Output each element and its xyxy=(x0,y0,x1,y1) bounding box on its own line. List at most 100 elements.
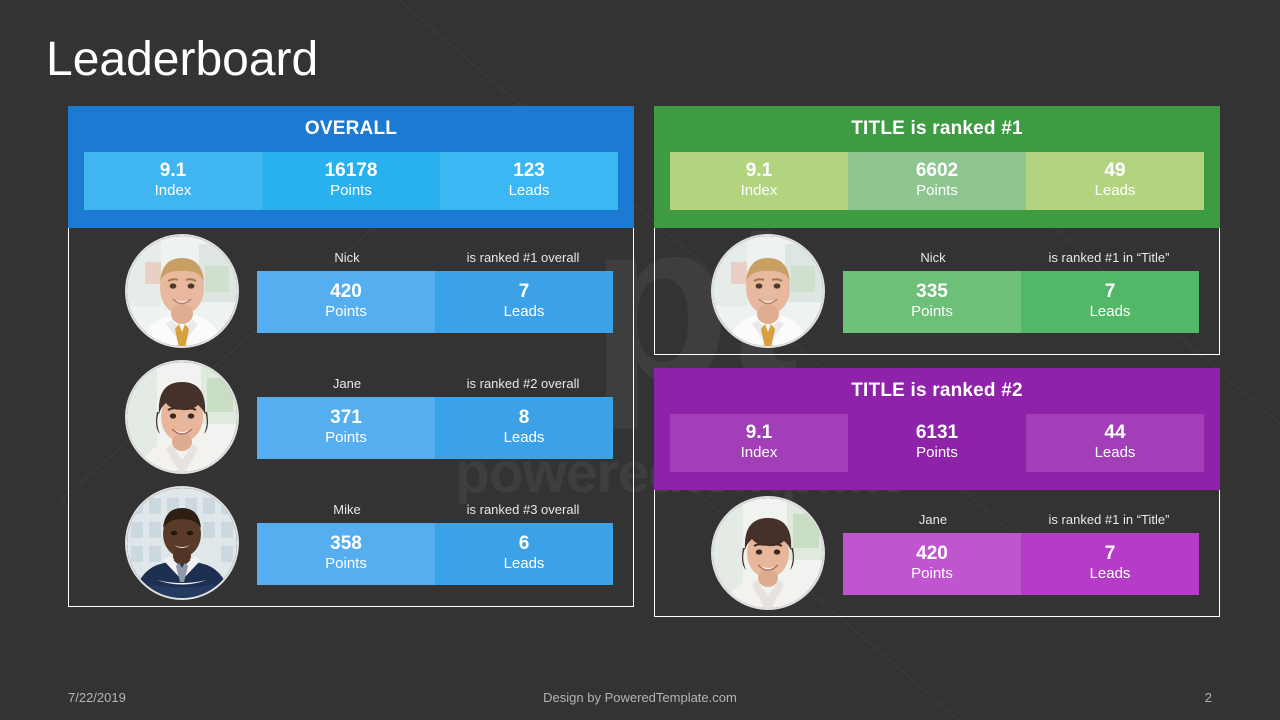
person-metrics: Jane is ranked #1 in “Title” 420 Points … xyxy=(843,512,1199,595)
metric-label: Leads xyxy=(503,554,545,572)
stat-label: Points xyxy=(916,182,958,200)
man-blond-avatar-icon xyxy=(713,236,823,346)
list-item[interactable]: Nick is ranked #1 in “Title” 335 Points … xyxy=(655,228,1219,354)
stat-label: Leads xyxy=(1094,182,1136,200)
stat-leads: 123 Leads xyxy=(440,152,618,210)
overall-card: OVERALL 9.1 Index 16178 Points 123 Leads xyxy=(68,106,634,607)
metric-label: Leads xyxy=(503,302,545,320)
overall-summary-stats: 9.1 Index 16178 Points 123 Leads xyxy=(84,152,618,210)
title-rank-1-card: TITLE is ranked #1 9.1 Index 6602 Points… xyxy=(654,106,1220,355)
title-rank-2-summary-stats: 9.1 Index 6131 Points 44 Leads xyxy=(670,414,1204,472)
footer-date: 7/22/2019 xyxy=(68,689,126,705)
metric-bar: 371 Points 8 Leads xyxy=(257,396,613,459)
title-rank-2-header: TITLE is ranked #2 9.1 Index 6131 Points… xyxy=(654,368,1220,490)
metric-label: Leads xyxy=(1089,302,1131,320)
metric-value: 7 xyxy=(518,280,530,302)
metric-value: 371 xyxy=(330,406,362,428)
person-name: Jane xyxy=(918,511,948,527)
title-rank-cards: TITLE is ranked #1 9.1 Index 6602 Points… xyxy=(654,106,1220,617)
stat-label: Leads xyxy=(508,182,550,200)
metric-value: 358 xyxy=(330,532,362,554)
metric-bar: 335 Points 7 Leads xyxy=(843,270,1199,333)
woman-brunette-avatar-icon xyxy=(127,362,237,472)
person-metrics: Mike is ranked #3 overall 358 Points 6 L… xyxy=(257,502,613,585)
metric-label: Points xyxy=(325,302,367,320)
metric-bar: 420 Points 7 Leads xyxy=(257,270,613,333)
metric-value: 7 xyxy=(1104,280,1116,302)
metric-points: 358 Points xyxy=(257,522,435,585)
person-meta: Nick is ranked #1 overall xyxy=(257,250,613,265)
metric-value: 420 xyxy=(916,542,948,564)
metric-label: Points xyxy=(325,554,367,572)
woman-brunette-avatar-icon xyxy=(713,498,823,608)
metric-label: Leads xyxy=(503,428,545,446)
stat-value: 9.1 xyxy=(159,160,187,182)
person-meta: Nick is ranked #1 in “Title” xyxy=(843,250,1199,265)
avatar xyxy=(127,236,237,346)
overall-card-title: OVERALL xyxy=(304,118,398,139)
stat-leads: 49 Leads xyxy=(1026,152,1204,210)
stat-value: 9.1 xyxy=(745,422,773,444)
slide: pt poweredtemplate Leaderboard OVERALL 9… xyxy=(0,0,1280,720)
metric-bar: 358 Points 6 Leads xyxy=(257,522,613,585)
metric-value: 335 xyxy=(916,280,948,302)
person-metrics: Jane is ranked #2 overall 371 Points 8 L… xyxy=(257,376,613,459)
title-rank-2-card: TITLE is ranked #2 9.1 Index 6131 Points… xyxy=(654,368,1220,617)
stat-value: 16178 xyxy=(324,160,378,182)
person-metrics: Nick is ranked #1 in “Title” 335 Points … xyxy=(843,250,1199,333)
metric-label: Points xyxy=(911,564,953,582)
person-name: Jane xyxy=(332,375,362,391)
stat-label: Index xyxy=(740,444,778,462)
overall-card-header: OVERALL 9.1 Index 16178 Points 123 Leads xyxy=(68,106,634,228)
stat-value: 123 xyxy=(513,160,545,182)
overall-card-body: Nick is ranked #1 overall 420 Points 7 L… xyxy=(68,228,634,607)
stat-points: 16178 Points xyxy=(262,152,440,210)
person-meta: Jane is ranked #2 overall xyxy=(257,376,613,391)
list-item[interactable]: Nick is ranked #1 overall 420 Points 7 L… xyxy=(69,228,633,354)
stat-label: Index xyxy=(154,182,192,200)
metric-points: 371 Points xyxy=(257,396,435,459)
list-item[interactable]: Mike is ranked #3 overall 358 Points 6 L… xyxy=(69,480,633,606)
metric-value: 8 xyxy=(518,406,530,428)
stat-value: 49 xyxy=(1104,160,1126,182)
avatar xyxy=(127,488,237,598)
metric-leads: 7 Leads xyxy=(435,270,613,333)
stat-label: Index xyxy=(740,182,778,200)
footer-credit: Design by PoweredTemplate.com xyxy=(543,689,737,705)
stat-points: 6131 Points xyxy=(848,414,1026,472)
stat-value: 9.1 xyxy=(745,160,773,182)
metric-leads: 6 Leads xyxy=(435,522,613,585)
man-blond-avatar-icon xyxy=(127,236,237,346)
stat-label: Leads xyxy=(1094,444,1136,462)
avatar xyxy=(713,236,823,346)
metric-points: 420 Points xyxy=(257,270,435,333)
person-name: Nick xyxy=(334,249,360,265)
footer: 7/22/2019 Design by PoweredTemplate.com … xyxy=(0,674,1280,720)
metric-leads: 7 Leads xyxy=(1021,270,1199,333)
title-rank-1-summary-stats: 9.1 Index 6602 Points 49 Leads xyxy=(670,152,1204,210)
title-rank-1-title: TITLE is ranked #1 xyxy=(851,118,1023,139)
list-item[interactable]: Jane is ranked #2 overall 371 Points 8 L… xyxy=(69,354,633,480)
footer-page-number: 2 xyxy=(1204,689,1212,705)
stat-index: 9.1 Index xyxy=(670,152,848,210)
person-name: Nick xyxy=(920,249,946,265)
avatar xyxy=(713,498,823,608)
person-rank: is ranked #1 in “Title” xyxy=(1048,249,1170,265)
stat-leads: 44 Leads xyxy=(1026,414,1204,472)
person-rank: is ranked #1 overall xyxy=(466,249,580,265)
person-rank: is ranked #1 in “Title” xyxy=(1048,511,1170,527)
person-rank: is ranked #3 overall xyxy=(466,501,580,517)
title-rank-2-title: TITLE is ranked #2 xyxy=(851,380,1023,401)
man-suit-avatar-icon xyxy=(127,488,237,598)
list-item[interactable]: Jane is ranked #1 in “Title” 420 Points … xyxy=(655,490,1219,616)
person-rank: is ranked #2 overall xyxy=(466,375,580,391)
stat-value: 6131 xyxy=(915,422,959,444)
metric-bar: 420 Points 7 Leads xyxy=(843,532,1199,595)
title-rank-1-body: Nick is ranked #1 in “Title” 335 Points … xyxy=(654,228,1220,355)
metric-points: 335 Points xyxy=(843,270,1021,333)
stat-value: 44 xyxy=(1104,422,1126,444)
metric-leads: 7 Leads xyxy=(1021,532,1199,595)
stat-label: Points xyxy=(330,182,372,200)
metric-label: Points xyxy=(325,428,367,446)
person-meta: Mike is ranked #3 overall xyxy=(257,502,613,517)
